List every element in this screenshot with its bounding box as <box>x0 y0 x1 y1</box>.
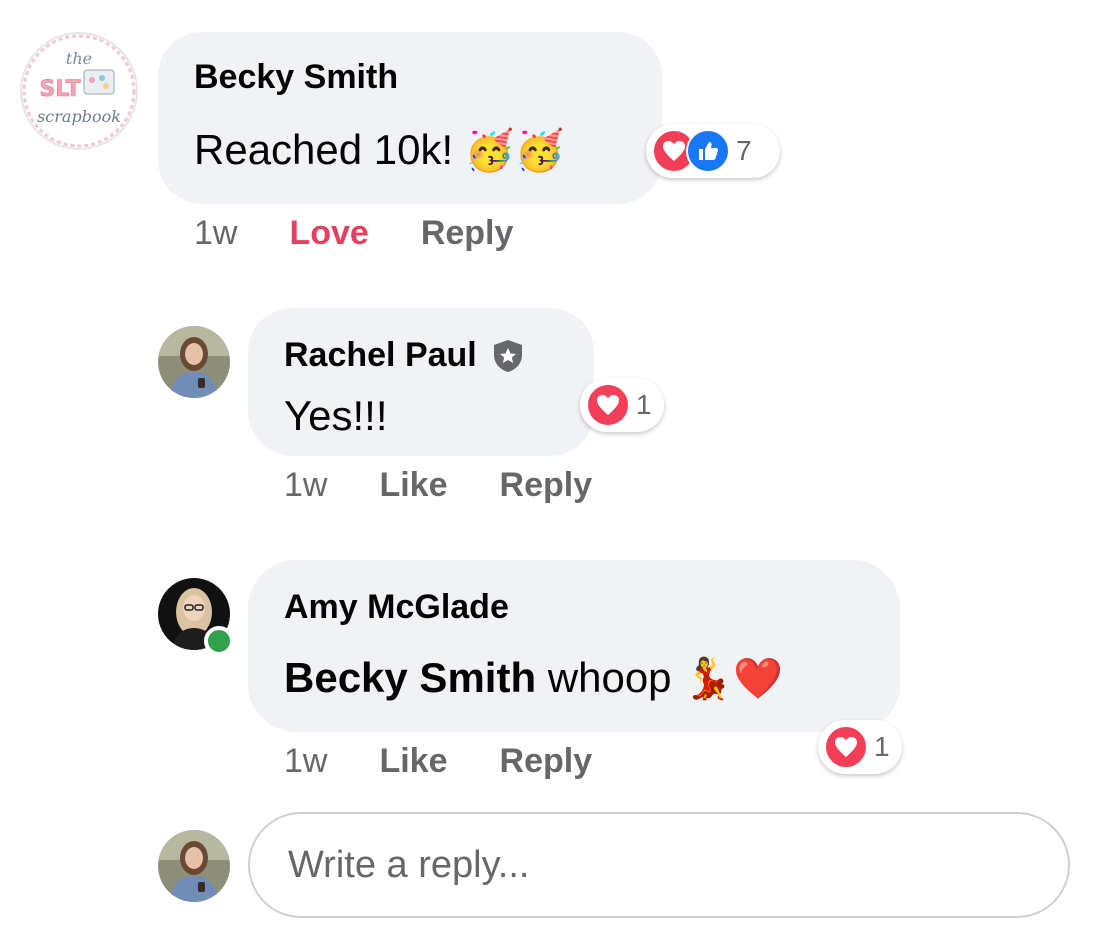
comment-actions-rachel: 1w Like Reply <box>284 466 644 505</box>
like-button[interactable]: Like <box>379 466 447 504</box>
reply-button[interactable]: Reply <box>421 214 514 252</box>
svg-text:scrapbook: scrapbook <box>37 107 121 126</box>
reaction-count: 7 <box>736 135 752 166</box>
heart-reaction-icon <box>824 725 868 769</box>
comment-author[interactable]: Rachel Paul <box>284 336 477 375</box>
svg-text:the: the <box>66 49 92 68</box>
reaction-summary-amy[interactable]: 1 <box>818 720 902 774</box>
comment-timestamp[interactable]: 1w <box>284 466 327 504</box>
comment-text: Yes!!! <box>284 392 388 439</box>
comment-author-row: Rachel Paul <box>284 336 525 375</box>
comment-text-body: whoop <box>536 654 684 701</box>
comment-timestamp[interactable]: 1w <box>194 214 237 252</box>
comment-bubble-rachel: Rachel Paul Yes!!! <box>248 308 594 456</box>
comment-timestamp[interactable]: 1w <box>284 742 327 780</box>
comment-actions-becky: 1w Love Reply <box>194 214 565 253</box>
comment-author[interactable]: Becky Smith <box>194 58 398 97</box>
reply-button[interactable]: Reply <box>500 742 593 780</box>
reaction-count: 1 <box>636 389 652 420</box>
like-reaction-icon <box>686 129 730 173</box>
comment-text: Becky Smith whoop 💃❤️ <box>284 654 783 702</box>
reaction-count: 1 <box>874 731 890 762</box>
avatar-rachel-paul[interactable] <box>158 326 230 398</box>
admin-shield-icon <box>493 339 522 372</box>
comment-text: Reached 10k! 🥳🥳 <box>194 126 564 174</box>
heart-reaction-icon <box>586 383 630 427</box>
reply-input[interactable] <box>286 842 1068 888</box>
profile-photo <box>158 326 230 398</box>
comment-text-body: Reached 10k! <box>194 126 465 173</box>
like-button[interactable]: Like <box>379 742 447 780</box>
mention-link[interactable]: Becky Smith <box>284 654 536 701</box>
current-user-avatar[interactable] <box>158 830 230 902</box>
online-status-icon <box>204 626 234 656</box>
comment-author[interactable]: Amy McGlade <box>284 588 509 627</box>
reaction-summary-becky[interactable]: 7 <box>646 124 780 178</box>
slt-scrapbook-logo: the SLT scrapbook <box>22 34 136 148</box>
comment-bubble-becky: Becky Smith Reached 10k! 🥳🥳 <box>158 32 662 204</box>
profile-photo <box>158 830 230 902</box>
reaction-summary-rachel[interactable]: 1 <box>580 378 664 432</box>
love-button[interactable]: Love <box>289 214 368 252</box>
svg-text:SLT: SLT <box>39 77 80 102</box>
reply-button[interactable]: Reply <box>500 466 593 504</box>
comment-bubble-amy: Amy McGlade Becky Smith whoop 💃❤️ <box>248 560 900 732</box>
comment-actions-amy: 1w Like Reply <box>284 742 644 781</box>
page-avatar-slt-scrapbook[interactable]: the SLT scrapbook <box>20 32 138 150</box>
dancer-heart-emoji: 💃❤️ <box>683 657 783 701</box>
party-face-emoji: 🥳🥳 <box>464 129 565 173</box>
reply-composer[interactable] <box>248 812 1070 918</box>
